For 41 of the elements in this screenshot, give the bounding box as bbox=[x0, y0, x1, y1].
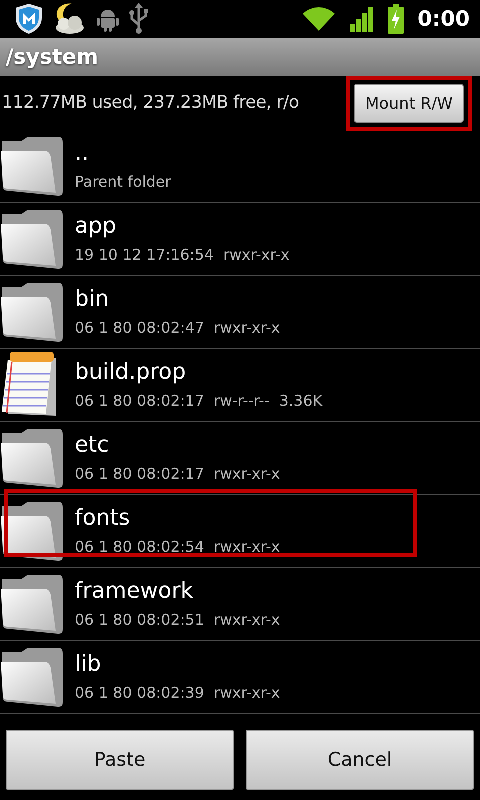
folder-icon bbox=[0, 427, 64, 489]
file-details: 06 1 80 08:02:51 rwxr-xr-x bbox=[75, 611, 280, 629]
storage-info: 112.77MB used, 237.23MB free, r/o bbox=[2, 93, 300, 113]
file-details: 06 1 80 08:02:17 rwxr-xr-x bbox=[75, 465, 280, 483]
usb-icon bbox=[128, 3, 150, 35]
folder-icon bbox=[0, 573, 64, 635]
battery-charging-icon bbox=[388, 4, 404, 34]
file-row[interactable]: app 19 10 12 17:16:54 rwxr-xr-x bbox=[0, 203, 480, 276]
folder-icon bbox=[0, 646, 64, 708]
file-row[interactable]: framework 06 1 80 08:02:51 rwxr-xr-x bbox=[0, 568, 480, 641]
shield-icon bbox=[14, 3, 44, 35]
file-name: fonts bbox=[75, 506, 132, 532]
file-row[interactable]: .. Parent folder bbox=[0, 130, 480, 203]
folder-icon bbox=[0, 135, 64, 197]
file-details: 06 1 80 08:02:47 rwxr-xr-x bbox=[75, 319, 280, 337]
mount-button[interactable]: Mount R/W bbox=[354, 84, 464, 122]
file-row[interactable]: build.prop 06 1 80 08:02:17 rw-r--r-- 3.36K bbox=[0, 349, 480, 422]
file-name: .. bbox=[75, 141, 90, 167]
file-details: Parent folder bbox=[75, 173, 172, 191]
file-details: 19 10 12 17:16:54 rwxr-xr-x bbox=[75, 246, 290, 264]
folder-icon bbox=[0, 208, 64, 270]
file-name: bin bbox=[75, 287, 110, 313]
wifi-icon bbox=[302, 5, 336, 33]
file-row[interactable]: fonts 06 1 80 08:02:54 rwxr-xr-x bbox=[0, 495, 480, 568]
file-details: 06 1 80 08:02:54 rwxr-xr-x bbox=[75, 538, 280, 556]
signal-icon bbox=[350, 6, 374, 32]
file-details: 06 1 80 08:02:39 rwxr-xr-x bbox=[75, 684, 280, 702]
file-row[interactable]: lib 06 1 80 08:02:39 rwxr-xr-x bbox=[0, 641, 480, 714]
file-name: framework bbox=[75, 579, 194, 605]
file-name: app bbox=[75, 214, 118, 240]
clock-time: 0:00 bbox=[418, 7, 470, 31]
file-name: build.prop bbox=[75, 360, 188, 386]
file-name: lib bbox=[75, 652, 102, 678]
file-row[interactable]: etc 06 1 80 08:02:17 rwxr-xr-x bbox=[0, 422, 480, 495]
paste-button[interactable]: Paste bbox=[6, 730, 234, 790]
file-row[interactable]: bin 06 1 80 08:02:47 rwxr-xr-x bbox=[0, 276, 480, 349]
path-title: /system bbox=[6, 45, 99, 69]
file-name: etc bbox=[75, 433, 110, 459]
cancel-button[interactable]: Cancel bbox=[246, 730, 474, 790]
file-details: 06 1 80 08:02:17 rw-r--r-- 3.36K bbox=[75, 392, 323, 410]
folder-icon bbox=[0, 281, 64, 343]
